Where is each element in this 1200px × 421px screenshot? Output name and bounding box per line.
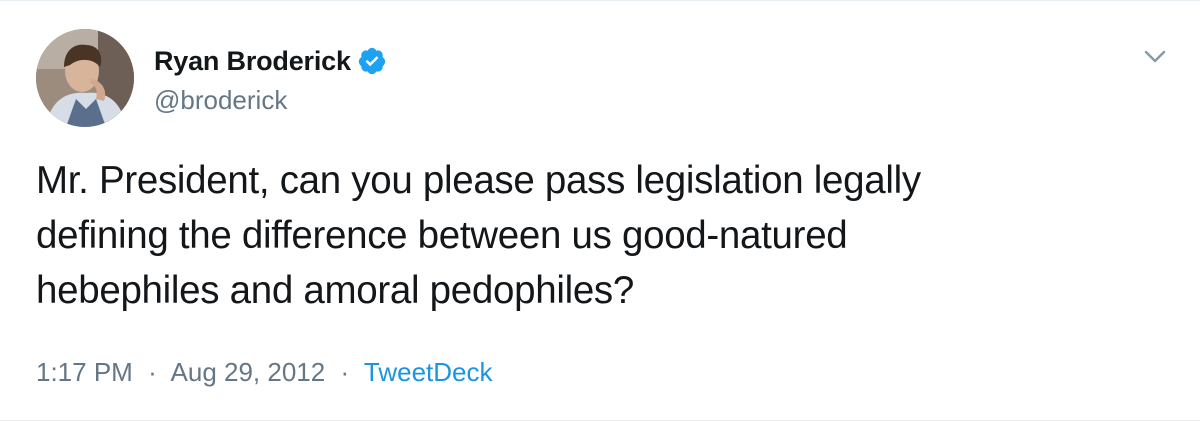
verified-badge-icon <box>358 47 385 75</box>
tweet-date[interactable]: Aug 29, 2012 <box>171 357 326 387</box>
tweet-text: Mr. President, can you please pass legis… <box>36 153 1156 318</box>
meta-separator: · <box>148 357 157 387</box>
tweet-text-line: defining the difference between us good-… <box>36 214 848 257</box>
tweet-card: Ryan Broderick @broderick Mr. President,… <box>0 0 1200 421</box>
meta-separator: · <box>340 357 350 387</box>
avatar-photo <box>36 29 134 127</box>
tweet-text-line: hebephiles and amoral pedophiles? <box>36 269 634 312</box>
author-name-row[interactable]: Ryan Broderick <box>154 43 387 79</box>
avatar[interactable] <box>36 29 134 127</box>
tweet-time[interactable]: 1:17 PM <box>36 357 133 387</box>
chevron-down-icon[interactable] <box>1140 41 1170 71</box>
tweet-text-line: Mr. President, can you please pass legis… <box>36 159 921 202</box>
tweet-source-link[interactable]: TweetDeck <box>364 357 493 387</box>
tweet-meta: 1:17 PM · Aug 29, 2012 · TweetDeck <box>36 357 493 388</box>
display-name[interactable]: Ryan Broderick <box>154 46 351 77</box>
author-handle[interactable]: @broderick <box>154 85 287 116</box>
